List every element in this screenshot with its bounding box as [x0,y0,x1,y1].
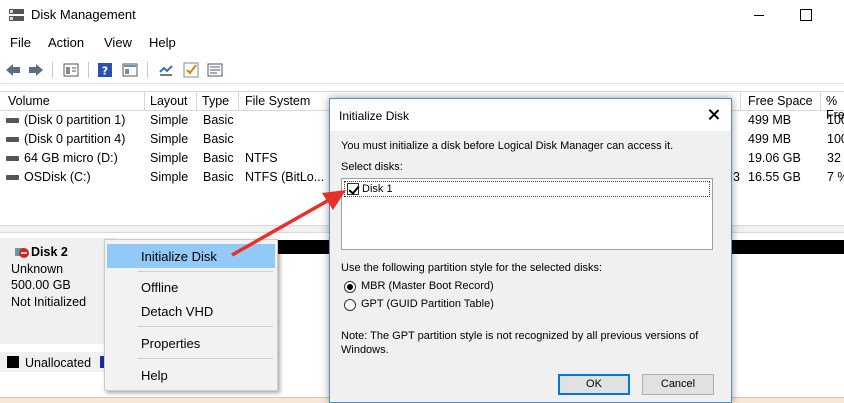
gpt-radio[interactable] [344,299,356,311]
volume-icon [6,118,19,123]
partition-style-label: Use the following partition style for th… [341,262,603,274]
volume-icon [6,175,19,180]
menu-item-initialize-disk[interactable]: Initialize Disk [107,244,275,268]
volume-layout: Simple [150,170,189,184]
volume-free: 499 MB [748,132,792,146]
volume-free: 499 MB [748,113,792,127]
maximize-button[interactable] [782,0,828,30]
menu-item-detach-vhd[interactable]: Detach VHD [107,299,275,323]
dialog-title-bar[interactable]: Initialize Disk [330,99,731,131]
note-text-continued: Windows. [341,344,389,356]
column-divider[interactable] [740,92,741,111]
disk-error-icon [15,248,29,258]
volume-free: 19.06 GB [748,151,801,165]
minimize-button[interactable] [736,0,782,30]
volume-free: 16.55 GB [748,170,801,184]
note-text: Note: The GPT partition style is not rec… [341,330,699,342]
window-title: Disk Management [31,7,136,22]
menu-action[interactable]: Action [48,35,84,50]
volume-icon [6,156,19,161]
disk2-name: Disk 2 [31,245,68,259]
back-arrow-icon[interactable] [5,62,21,78]
menu-help[interactable]: Help [149,35,176,50]
menu-file[interactable]: File [10,35,31,50]
volume-pct: 32 [827,151,841,165]
initialize-disk-dialog: Initialize Disk You must initialize a di… [329,98,732,403]
properties-icon[interactable] [207,62,223,78]
disk-management-icon [9,9,24,21]
volume-layout: Simple [150,151,189,165]
toolbar: ? [0,57,844,84]
disk-item-label: Disk 1 [362,183,393,195]
disk2-kind: Unknown [11,262,64,276]
volume-pct: 7 % [827,170,844,184]
disk-listbox[interactable]: Disk 1 [341,178,713,250]
select-disks-label: Select disks: [341,161,403,173]
volume-capacity: 3 [733,170,740,184]
forward-arrow-icon[interactable] [28,62,44,78]
rescan-icon[interactable] [158,62,174,78]
toolbar-separator [52,62,53,78]
disk2-info-panel[interactable]: Disk 2 Unknown 500.00 GB Not Initialized [0,238,116,344]
volume-layout: Simple [150,132,189,146]
column-divider[interactable] [238,92,239,111]
volume-pct: 100 [827,113,844,127]
volume-layout: Simple [150,113,189,127]
volume-icon [6,137,19,142]
toolbar-separator [88,62,89,78]
volume-type: Basic [203,170,234,184]
ok-button[interactable]: OK [558,374,630,395]
mbr-label[interactable]: MBR (Master Boot Record) [361,280,494,292]
column-divider[interactable] [820,92,821,111]
column-divider[interactable] [144,92,145,111]
disk-list-icon[interactable] [63,62,79,78]
svg-text:?: ? [102,65,108,78]
help-icon[interactable]: ? [97,62,113,78]
volume-name: (Disk 0 partition 4) [24,132,126,146]
menu-item-help[interactable]: Help [107,363,275,387]
disk2-state: Not Initialized [11,295,87,309]
toolbar-separator [147,62,148,78]
volume-fs: NTFS (BitLo... [245,170,325,184]
volume-pct: 100 [827,132,844,146]
column-volume[interactable]: Volume [8,94,50,108]
menu-separator [137,271,273,272]
volume-type: Basic [203,151,234,165]
check-icon[interactable] [183,62,199,78]
menu-separator [137,326,273,327]
dialog-intro-text: You must initialize a disk before Logica… [341,140,674,152]
column-file-system[interactable]: File System [245,94,310,108]
volume-name: (Disk 0 partition 1) [24,113,126,127]
column-type[interactable]: Type [202,94,229,108]
volume-type: Basic [203,132,234,146]
panel-icon[interactable] [122,62,138,78]
mbr-radio[interactable] [344,281,356,293]
volume-name: 64 GB micro (D:) [24,151,118,165]
column-free-space[interactable]: Free Space [748,94,813,108]
menu-separator [137,358,273,359]
disk-checkbox[interactable] [347,183,359,195]
close-icon[interactable] [702,103,726,127]
volume-type: Basic [203,113,234,127]
gpt-label[interactable]: GPT (GUID Partition Table) [361,298,494,310]
cancel-button[interactable]: Cancel [642,374,714,395]
menu-bar: File Action View Help [0,32,844,54]
unallocated-swatch [7,356,19,368]
title-bar: Disk Management [0,0,844,30]
volume-name: OSDisk (C:) [24,170,91,184]
menu-item-properties[interactable]: Properties [107,331,275,355]
dialog-title: Initialize Disk [339,109,410,123]
column-divider[interactable] [196,92,197,111]
menu-view[interactable]: View [104,35,132,50]
disk-list-item[interactable]: Disk 1 [344,181,710,197]
volume-fs: NTFS [245,151,278,165]
context-menu: Initialize Disk Offline Detach VHD Prope… [104,239,278,391]
unallocated-label: Unallocated [25,356,92,370]
column-layout[interactable]: Layout [150,94,188,108]
menu-item-offline[interactable]: Offline [107,275,275,299]
disk2-size: 500.00 GB [11,278,71,292]
